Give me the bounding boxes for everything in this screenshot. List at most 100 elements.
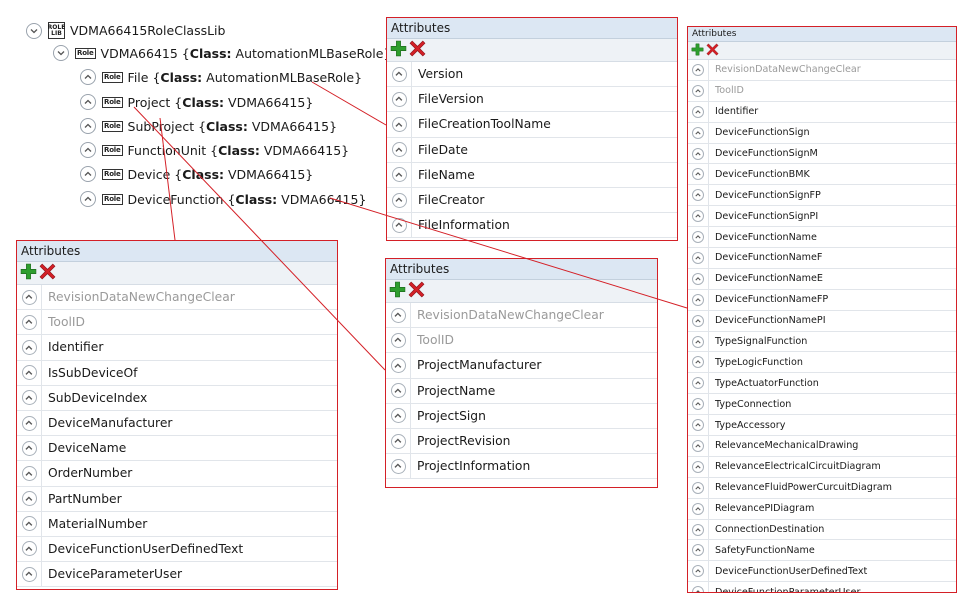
attribute-row[interactable]: MaterialNumber — [17, 511, 337, 537]
chevron-up-icon[interactable] — [80, 94, 96, 110]
expand-cell[interactable] — [688, 456, 709, 477]
add-attribute-button[interactable] — [390, 40, 407, 61]
attribute-row[interactable]: SafetyFunctionName — [688, 540, 956, 562]
attribute-row[interactable]: FileVersion — [387, 87, 677, 113]
expand-cell[interactable] — [688, 352, 709, 373]
expand-cell[interactable] — [688, 540, 709, 561]
expand-cell[interactable] — [688, 60, 709, 80]
attribute-row[interactable]: TypeConnection — [688, 394, 956, 416]
tree-node-file[interactable]: Role File {Class: AutomationMLBaseRole} — [80, 69, 362, 85]
attribute-row[interactable]: DeviceName — [17, 436, 337, 462]
tree-node-devicefunction[interactable]: Role DeviceFunction {Class: VDMA66415} — [80, 191, 366, 207]
attribute-row[interactable]: DeviceFunctionSignPI — [688, 206, 956, 228]
expand-cell[interactable] — [688, 436, 709, 456]
attribute-row[interactable]: DeviceFunctionSignM — [688, 143, 956, 165]
expand-cell[interactable] — [688, 561, 709, 582]
delete-attribute-button[interactable] — [409, 40, 426, 61]
attribute-row[interactable]: Identifier — [688, 101, 956, 123]
attribute-row[interactable]: DeviceFunctionSign — [688, 122, 956, 144]
tree-node-subproject[interactable]: Role SubProject {Class: VDMA66415} — [80, 118, 337, 134]
expand-cell[interactable] — [387, 187, 412, 213]
attribute-row[interactable]: DeviceFunctionBMK — [688, 164, 956, 186]
attribute-row[interactable]: ProjectRevision — [386, 428, 657, 455]
expand-cell[interactable] — [387, 162, 412, 187]
attribute-row[interactable]: FileName — [387, 162, 677, 188]
expand-cell[interactable] — [17, 410, 42, 436]
expand-cell[interactable] — [17, 310, 42, 335]
attribute-row[interactable]: TypeLogicFunction — [688, 352, 956, 374]
expand-cell[interactable] — [17, 562, 42, 587]
attribute-row[interactable]: RelevanceMechanicalDrawing — [688, 436, 956, 457]
attribute-row[interactable]: Version — [387, 62, 677, 88]
expand-cell[interactable] — [688, 331, 709, 352]
attribute-row[interactable]: DeviceFunctionNamePI — [688, 310, 956, 332]
attribute-row[interactable]: DeviceManufacturer — [17, 410, 337, 437]
expand-cell[interactable] — [17, 335, 42, 360]
attribute-row[interactable]: RelevanceFluidPowerCurcuitDiagram — [688, 477, 956, 499]
chevron-up-icon[interactable] — [80, 166, 96, 182]
expand-cell[interactable] — [387, 62, 412, 87]
attribute-row[interactable]: SubDeviceIndex — [17, 385, 337, 411]
tree-node-functionunit[interactable]: Role FunctionUnit {Class: VDMA66415} — [80, 142, 349, 158]
expand-cell[interactable] — [387, 137, 412, 162]
chevron-down-icon[interactable] — [53, 45, 69, 61]
attribute-row[interactable]: ToolID — [688, 80, 956, 102]
expand-cell[interactable] — [387, 213, 412, 238]
attribute-row[interactable]: TypeAccessory — [688, 415, 956, 437]
expand-cell[interactable] — [386, 328, 411, 353]
expand-cell[interactable] — [17, 511, 42, 536]
attribute-row[interactable]: ConnectionDestination — [688, 519, 956, 541]
attribute-row[interactable]: OrderNumber — [17, 461, 337, 487]
expand-cell[interactable] — [688, 477, 709, 498]
add-attribute-button[interactable] — [20, 263, 37, 284]
tree-node-device[interactable]: Role Device {Class: VDMA66415} — [80, 166, 313, 182]
attribute-row[interactable]: DeviceFunctionSignFP — [688, 185, 956, 207]
expand-cell[interactable] — [17, 461, 42, 486]
attribute-row[interactable]: RevisionDataNewChangeClear — [688, 60, 956, 81]
tree-library-node[interactable]: ROLE LIB VDMA66415RoleClassLib — [26, 22, 225, 39]
attribute-row[interactable]: ToolID — [17, 310, 337, 336]
attribute-row[interactable]: DeviceFunctionNameE — [688, 268, 956, 290]
tree-node-project[interactable]: Role Project {Class: VDMA66415} — [80, 94, 313, 110]
expand-cell[interactable] — [688, 185, 709, 206]
expand-cell[interactable] — [688, 101, 709, 122]
delete-attribute-button[interactable] — [39, 263, 56, 284]
expand-cell[interactable] — [386, 378, 411, 403]
expand-cell[interactable] — [17, 486, 42, 511]
expand-cell[interactable] — [387, 112, 412, 137]
expand-cell[interactable] — [17, 436, 42, 461]
attribute-row[interactable]: FileDate — [387, 137, 677, 163]
expand-cell[interactable] — [386, 303, 411, 328]
attribute-row[interactable]: DeviceFunctionUserDefinedText — [688, 561, 956, 583]
expand-cell[interactable] — [688, 415, 709, 436]
attribute-row[interactable]: RevisionDataNewChangeClear — [386, 303, 657, 329]
attribute-row[interactable]: DeviceFunctionNameF — [688, 248, 956, 269]
expand-cell[interactable] — [688, 289, 709, 310]
attribute-row[interactable]: DeviceFunctionName — [688, 227, 956, 249]
chevron-up-icon[interactable] — [80, 142, 96, 158]
add-attribute-button[interactable] — [691, 41, 704, 60]
attribute-row[interactable]: TypeActuatorFunction — [688, 373, 956, 395]
expand-cell[interactable] — [386, 454, 411, 479]
expand-cell[interactable] — [688, 268, 709, 289]
attribute-row[interactable]: TypeSignalFunction — [688, 331, 956, 353]
expand-cell[interactable] — [688, 227, 709, 248]
add-attribute-button[interactable] — [389, 281, 406, 302]
expand-cell[interactable] — [688, 498, 709, 519]
attribute-row[interactable]: FileCreationToolName — [387, 112, 677, 138]
attribute-row[interactable]: FileCreator — [387, 187, 677, 214]
attribute-row[interactable]: IsSubDeviceOf — [17, 360, 337, 386]
expand-cell[interactable] — [688, 373, 709, 394]
expand-cell[interactable] — [688, 519, 709, 540]
chevron-up-icon[interactable] — [80, 69, 96, 85]
attribute-row[interactable]: DeviceFunctionUserDefinedText — [17, 536, 337, 563]
expand-cell[interactable] — [386, 428, 411, 454]
attribute-row[interactable]: DeviceFunctionParameterUser — [688, 582, 956, 592]
expand-cell[interactable] — [688, 164, 709, 185]
expand-cell[interactable] — [386, 353, 411, 378]
chevron-up-icon[interactable] — [80, 118, 96, 134]
expand-cell[interactable] — [688, 80, 709, 101]
expand-cell[interactable] — [17, 360, 42, 385]
attribute-row[interactable]: FileInformation — [387, 213, 677, 239]
attribute-row[interactable]: ProjectSign — [386, 403, 657, 429]
